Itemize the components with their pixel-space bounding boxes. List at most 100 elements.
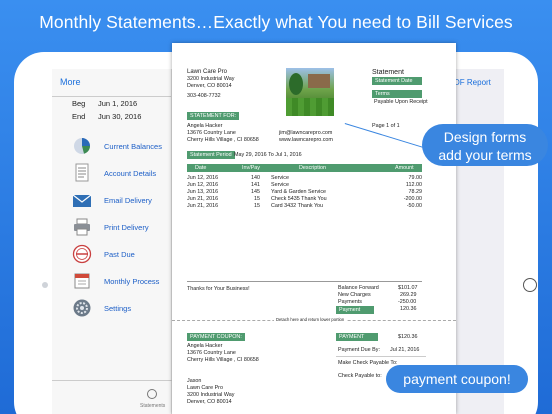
statement-title: Statement xyxy=(372,69,404,76)
sidebar-item-label: Current Balances xyxy=(104,142,162,151)
sidebar: More Beg Jun 1, 2016 End Jun 30, 2016 Curr… xyxy=(52,69,172,414)
lawn-shape xyxy=(286,98,334,116)
thanks-text: Thanks for Your Business! xyxy=(187,286,250,292)
cell-desc: Check 5435 Thank You xyxy=(271,196,327,202)
customer-address-line1: 13676 Country Lane xyxy=(187,130,236,136)
cell-inv: 15 xyxy=(254,196,260,202)
customer-address-line2: Cherry Hills Village , CI 80658 xyxy=(187,137,259,143)
payment-due-by-value: Jul 21, 2016 xyxy=(390,347,420,353)
sidebar-item-label: Print Delivery xyxy=(104,223,149,232)
summary-value-new-charges: 269.29 xyxy=(400,292,417,298)
page-number: Page 1 of 1 xyxy=(372,123,400,129)
cell-amt: 78.29 xyxy=(408,189,423,195)
begin-date-row[interactable]: Beg Jun 1, 2016 xyxy=(72,99,141,112)
cell-date: Jun 21, 2016 xyxy=(187,196,219,202)
callout-line2: add your terms xyxy=(438,147,532,163)
cell-amt: -50.00 xyxy=(406,203,422,209)
coupon-rule xyxy=(336,356,426,357)
sidebar-item-label: Account Details xyxy=(104,169,157,178)
col-amount: Amount xyxy=(395,165,414,171)
end-date-row[interactable]: End Jun 30, 2016 xyxy=(72,112,141,125)
sidebar-item-print-delivery[interactable]: Print Delivery xyxy=(72,215,172,242)
cell-date: Jun 13, 2016 xyxy=(187,189,219,195)
company-phone: 303-408-7732 xyxy=(187,93,221,99)
date-range: Beg Jun 1, 2016 End Jun 30, 2016 xyxy=(72,99,141,125)
cell-inv: 145 xyxy=(251,189,260,195)
summary-value-payments: -250.00 xyxy=(398,299,417,305)
tab-bar: Statements xyxy=(52,380,172,414)
cell-inv: 140 xyxy=(251,175,260,181)
document-icon xyxy=(75,163,89,182)
more-button[interactable]: More xyxy=(60,77,81,87)
col-inv-pay: Inv/Pay xyxy=(242,165,260,171)
statement-date-label: Statement Date xyxy=(372,77,422,85)
sidebar-item-settings[interactable]: Settings xyxy=(72,296,172,323)
callout-line1: Design forms xyxy=(443,129,527,145)
cell-amt: -200.00 xyxy=(403,196,422,202)
coupon-address-line1: 13676 Country Lane xyxy=(187,350,236,356)
payment-coupon-label: PAYMENT COUPON: xyxy=(187,333,245,341)
cell-amt: 112.00 xyxy=(405,182,422,188)
summary-value-payment-due: 120.36 xyxy=(400,306,417,312)
lawn-photo xyxy=(286,68,334,116)
sidebar-item-account-details[interactable]: Account Details xyxy=(72,161,172,188)
sidebar-item-label: Email Delivery xyxy=(104,196,152,205)
summary-value-balance-forward: $101.07 xyxy=(398,285,418,291)
tree-shape xyxy=(289,73,303,95)
cell-date: Jun 21, 2016 xyxy=(187,203,219,209)
statement-document: Lawn Care Pro 3200 Industrial Way Denver… xyxy=(172,43,456,414)
summary-label-payments: Payments xyxy=(338,299,362,305)
pie-chart-icon xyxy=(74,138,90,154)
camera xyxy=(42,282,48,288)
house-shape xyxy=(308,74,330,88)
statement-period-value: May 29, 2016 To Jul 1, 2016 xyxy=(234,152,302,158)
sidebar-item-past-due[interactable]: Past Due xyxy=(72,242,172,269)
summary-label-balance-forward: Balance Forward xyxy=(338,285,379,291)
begin-label: Beg xyxy=(72,99,86,108)
sidebar-item-label: Monthly Process xyxy=(104,277,160,286)
remit-company: Lawn Care Pro xyxy=(187,385,223,391)
col-date: Date xyxy=(195,165,207,171)
payment-due-value: $120.36 xyxy=(398,334,418,340)
sidebar-item-current-balances[interactable]: Current Balances xyxy=(72,134,172,161)
cell-desc: Service xyxy=(271,175,289,181)
design-forms-callout: Design forms add your terms xyxy=(422,124,548,166)
pdf-report-button[interactable]: DF Report xyxy=(454,78,491,87)
end-label: End xyxy=(72,112,86,121)
cell-date: Jun 12, 2016 xyxy=(187,182,219,188)
sidebar-item-email-delivery[interactable]: Email Delivery xyxy=(72,188,172,215)
past-due-stamp-icon xyxy=(72,244,92,264)
envelope-icon xyxy=(72,194,92,207)
tab-statements[interactable]: Statements xyxy=(140,403,165,409)
remit-name: Jason xyxy=(187,378,202,384)
terms-value: Payable Upon Receipt xyxy=(374,99,428,105)
coupon-customer-name: Angela Hacker xyxy=(187,343,223,349)
sidebar-nav-bar: More xyxy=(52,69,171,97)
printer-icon xyxy=(74,218,90,236)
customer-name: Angela Hacker xyxy=(187,123,223,129)
statement-period-label: Statement Period xyxy=(187,151,235,159)
cell-inv: 141 xyxy=(251,182,260,188)
statements-tab-icon[interactable] xyxy=(147,389,157,399)
cell-date: Jun 12, 2016 xyxy=(187,175,219,181)
cell-desc: Service xyxy=(271,182,289,188)
gear-icon xyxy=(73,299,91,317)
company-email: jim@lawncarepro.com xyxy=(279,130,333,136)
begin-date: Jun 1, 2016 xyxy=(98,99,138,108)
remit-address-line2: Denver, CO 80014 xyxy=(187,399,232,405)
detach-text: Detach here and return lower portion xyxy=(274,317,347,322)
summary-label-payment-due: Payment Due xyxy=(336,306,374,321)
table-bottom-rule xyxy=(187,281,422,282)
sidebar-menu: Current Balances Account Details Email D… xyxy=(72,134,172,323)
col-description: Description xyxy=(299,165,326,171)
home-button[interactable] xyxy=(523,278,537,292)
check-payable-label: Check Payable to: xyxy=(338,373,382,379)
calendar-icon xyxy=(74,273,90,289)
cell-inv: 15 xyxy=(254,203,260,209)
cell-amt: 79.00 xyxy=(408,175,423,181)
sidebar-item-monthly-process[interactable]: Monthly Process xyxy=(72,269,172,296)
statement-for-label: STATEMENT FOR: xyxy=(187,112,240,120)
terms-label: Terms xyxy=(372,90,422,98)
table-header: Date Inv/Pay Description Amount xyxy=(187,164,422,172)
end-date: Jun 30, 2016 xyxy=(98,112,142,121)
